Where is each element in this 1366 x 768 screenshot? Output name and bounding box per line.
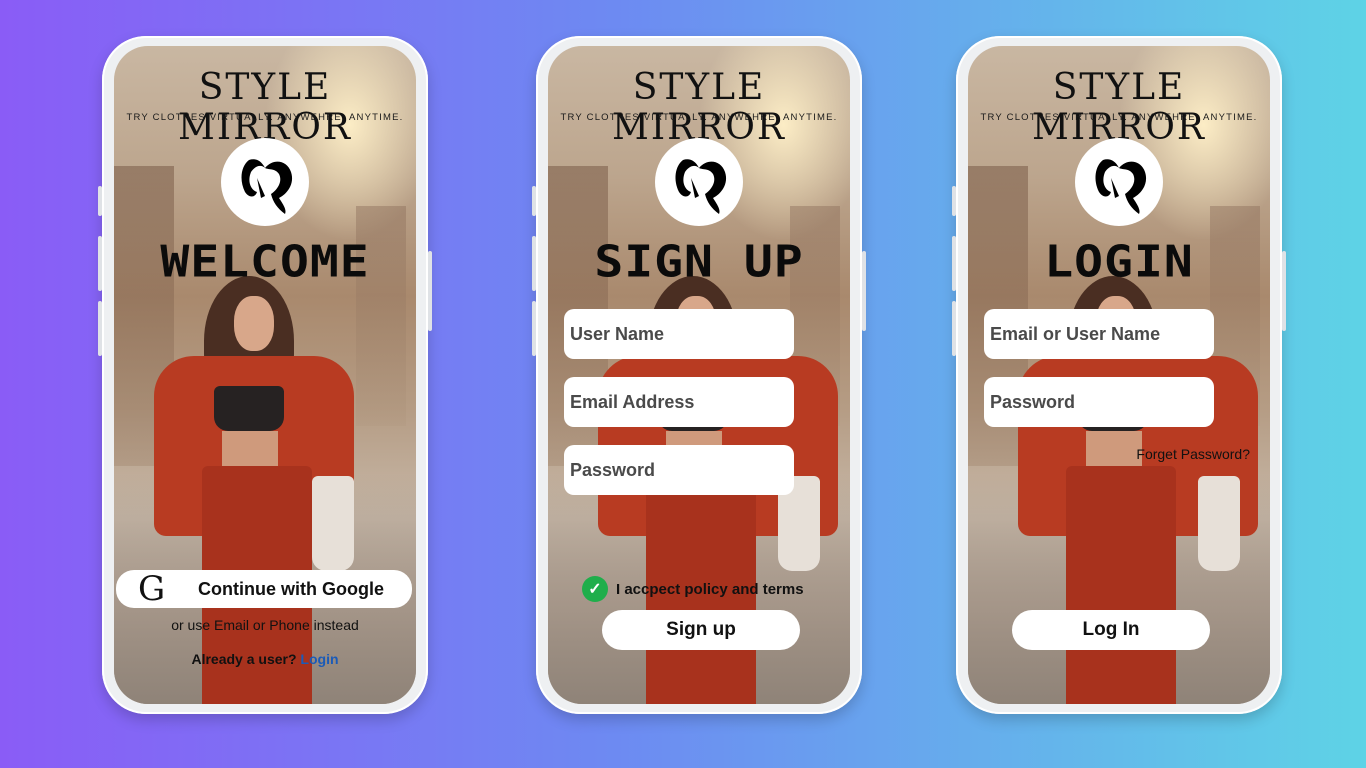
google-icon: G [138,569,166,609]
continue-with-google-button[interactable]: G Continue with Google [116,569,412,609]
login-screen: STYLE MIRROR TRY CLOTHES VIRTUALLY. ANYW… [968,46,1270,704]
phone-side-button [952,301,956,356]
brand-title: STYLE MIRROR [612,67,786,148]
phone-side-button [98,186,102,216]
login-button[interactable]: Log In [1012,610,1210,650]
welcome-heading: WELCOME [160,236,370,288]
login-link[interactable]: Login [300,651,338,667]
phone-side-button [532,186,536,216]
check-icon[interactable]: ✓ [582,576,608,602]
phone-side-button [428,251,432,331]
phone-side-button [532,301,536,356]
signup-screen: STYLE MIRROR TRY CLOTHES VIRTUALLY. ANYW… [548,46,850,704]
phone-side-button [532,236,536,291]
signup-button[interactable]: Sign up [602,610,800,650]
login-heading: LOGIN [1044,236,1194,288]
username-input[interactable] [564,309,794,359]
welcome-screen: STYLE MIRROR TRY CLOTHES VIRTUALLY. ANYW… [114,46,416,704]
password-input[interactable] [564,445,794,495]
brand-tagline: TRY CLOTHES VIRTUALLY. ANYWEHRE. ANYTIME… [126,112,404,123]
terms-row: ✓ I accpect policy and terms [582,576,804,602]
continue-with-google-label: Continue with Google [198,578,384,599]
already-user-row: Already a user? Login [114,651,416,667]
forgot-password-link[interactable]: Forget Password? [1136,446,1250,462]
brand-logo [655,138,743,226]
phone-side-button [952,236,956,291]
phone-welcome: STYLE MIRROR TRY CLOTHES VIRTUALLY. ANYW… [98,36,432,714]
already-user-text: Already a user? [191,651,297,667]
brand-tagline: TRY CLOTHES VIRTUALLY. ANYWEHRE. ANYTIME… [560,112,838,123]
password-input[interactable] [984,377,1214,427]
alternative-signin-text: or use Email or Phone instead [171,617,359,633]
phone-side-button [98,301,102,356]
background-model-photo [154,276,394,704]
phone-side-button [952,186,956,216]
phone-login: STYLE MIRROR TRY CLOTHES VIRTUALLY. ANYW… [952,36,1286,714]
brand-logo-icon [675,159,727,214]
phone-signup: STYLE MIRROR TRY CLOTHES VIRTUALLY. ANYW… [532,36,866,714]
phone-side-button [862,251,866,331]
phone-side-button [98,236,102,291]
email-or-username-input[interactable] [984,309,1214,359]
phone-side-button [1282,251,1286,331]
signup-heading: SIGN UP [594,236,804,288]
brand-title: STYLE MIRROR [178,67,352,148]
brand-logo [221,138,309,226]
brand-logo-icon [1095,159,1147,214]
brand-logo [1075,138,1163,226]
terms-label: I accpect policy and terms [616,580,804,598]
brand-tagline: TRY CLOTHES VIRTUALLY. ANYWEHRE. ANYTIME… [980,112,1258,123]
brand-title: STYLE MIRROR [1032,67,1206,148]
email-input[interactable] [564,377,794,427]
brand-logo-icon [241,159,293,214]
